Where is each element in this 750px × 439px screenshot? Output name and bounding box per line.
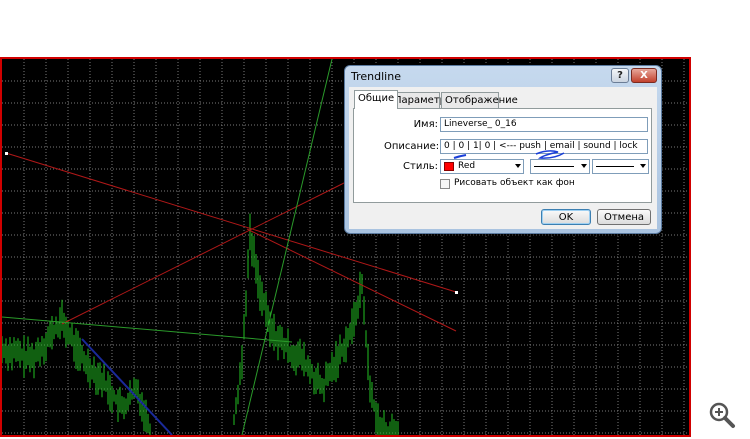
tab-display[interactable]: Отображение	[441, 92, 518, 108]
tab-general[interactable]: Общие	[354, 90, 399, 109]
line-style-select[interactable]	[530, 159, 590, 174]
dialog-title: Trendline	[351, 70, 401, 83]
dialog-client-area: Общие Параметры Отображение Имя: Linever…	[349, 87, 657, 229]
draw-as-background-checkbox[interactable]	[440, 179, 450, 189]
ok-button[interactable]: OK	[541, 209, 591, 225]
draw-as-background-label: Рисовать объект как фон	[454, 178, 575, 188]
trend-line-red-3[interactable]	[61, 178, 353, 325]
color-select[interactable]: Red	[440, 159, 524, 174]
trend-line-handle-right[interactable]	[455, 291, 458, 294]
color-select-value: Red	[458, 161, 476, 171]
chevron-down-icon	[640, 164, 646, 168]
chevron-down-icon	[581, 164, 587, 168]
name-input[interactable]: Lineverse_ 0_16	[440, 117, 648, 132]
line-width-sample	[596, 166, 634, 167]
description-input[interactable]: 0 | 0 | 1| 0 | <--- push | email | sound…	[440, 139, 648, 154]
name-label: Имя:	[413, 119, 438, 130]
description-label: Описание:	[384, 141, 440, 152]
line-style-sample	[534, 166, 574, 167]
close-button[interactable]: X	[631, 68, 657, 83]
line-width-select[interactable]	[592, 159, 649, 174]
help-button[interactable]: ?	[611, 68, 629, 83]
trendline-dialog: Trendline ? X Общие Параметры Отображени…	[344, 65, 662, 234]
cancel-button[interactable]: Отмена	[597, 209, 651, 225]
zoom-in-icon[interactable]	[708, 401, 736, 429]
color-swatch	[444, 162, 454, 171]
chevron-down-icon	[515, 164, 521, 168]
style-label: Стиль:	[403, 161, 438, 172]
trend-line-handle-left[interactable]	[5, 152, 8, 155]
tab-panel-general: Имя: Lineverse_ 0_16 Описание: 0 | 0 | 1…	[353, 108, 652, 203]
